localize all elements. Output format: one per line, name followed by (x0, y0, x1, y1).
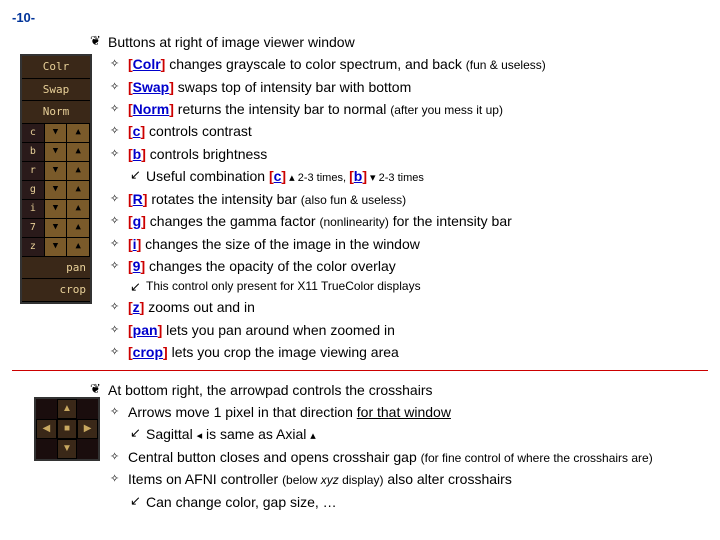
tb-down6: ▼ (45, 219, 68, 237)
divider (12, 370, 708, 371)
tb-crop: crop (22, 279, 90, 302)
item-c: [c] controls contrast (90, 120, 708, 142)
tb-down5: ▼ (45, 200, 68, 218)
item-norm: [Norm] returns the intensity bar to norm… (90, 98, 708, 120)
section2-title: At bottom right, the arrowpad controls t… (90, 379, 708, 401)
tb-g: g (22, 181, 45, 199)
tb-pan: pan (22, 257, 90, 280)
tb-up: ▲ (67, 124, 90, 142)
tb-c: c (22, 124, 45, 142)
tb-down4: ▼ (45, 181, 68, 199)
ap-up: ▲ (57, 399, 78, 419)
item-colr: [Colr] changes grayscale to color spectr… (90, 53, 708, 75)
item-g: [g] changes the gamma factor (nonlineari… (90, 210, 708, 232)
tb-swap: Swap (22, 79, 90, 102)
tb-down2: ▼ (45, 143, 68, 161)
tb-down3: ▼ (45, 162, 68, 180)
item-crop: [crop] lets you crop the image viewing a… (90, 341, 708, 363)
item-9: [9] changes the opacity of the color ove… (90, 255, 708, 277)
tb-i: i (22, 200, 45, 218)
central-line: Central button closes and opens crosshai… (90, 446, 708, 468)
tb-7: 7 (22, 219, 45, 237)
item-b: [b] controls brightness (90, 143, 708, 165)
tb-down7: ▼ (45, 238, 68, 256)
x11-note: This control only present for X11 TrueCo… (90, 277, 708, 296)
tb-r: r (22, 162, 45, 180)
item-z: [z] zooms out and in (90, 296, 708, 318)
tb-norm: Norm (22, 101, 90, 124)
item-i: [i] changes the size of the image in the… (90, 233, 708, 255)
item-r: [R] rotates the intensity bar (also fun … (90, 188, 708, 210)
page-number: -10- (12, 8, 708, 29)
item-swap: [Swap] swaps top of intensity bar with b… (90, 76, 708, 98)
tb-up2: ▲ (67, 143, 90, 161)
ap-down: ▼ (57, 439, 78, 459)
ap-center: ■ (57, 419, 78, 439)
tb-up3: ▲ (67, 162, 90, 180)
tb-down: ▼ (45, 124, 68, 142)
combo-line: Useful combination [c] ▴ 2-3 times, [b] … (90, 165, 708, 188)
tb-up6: ▲ (67, 219, 90, 237)
ap-left: ◀ (36, 419, 57, 439)
tb-up4: ▲ (67, 181, 90, 199)
toolbar-screenshot: Colr Swap Norm c▼▲ b▼▲ r▼▲ g▼▲ i▼▲ 7▼▲ z… (20, 54, 92, 304)
tb-z: z (22, 238, 45, 256)
change-line: Can change color, gap size, … (90, 491, 708, 513)
tb-up7: ▲ (67, 238, 90, 256)
tb-up5: ▲ (67, 200, 90, 218)
tb-colr: Colr (22, 56, 90, 79)
item-pan: [pan] lets you pan around when zoomed in (90, 319, 708, 341)
tb-b: b (22, 143, 45, 161)
arrow-line: Arrows move 1 pixel in that direction fo… (90, 401, 708, 423)
afni-line: Items on AFNI controller (below xyz disp… (90, 468, 708, 490)
section1-title: Buttons at right of image viewer window (90, 31, 708, 53)
sagittal-line: Sagittal ◂ is same as Axial ▴ (90, 423, 708, 446)
